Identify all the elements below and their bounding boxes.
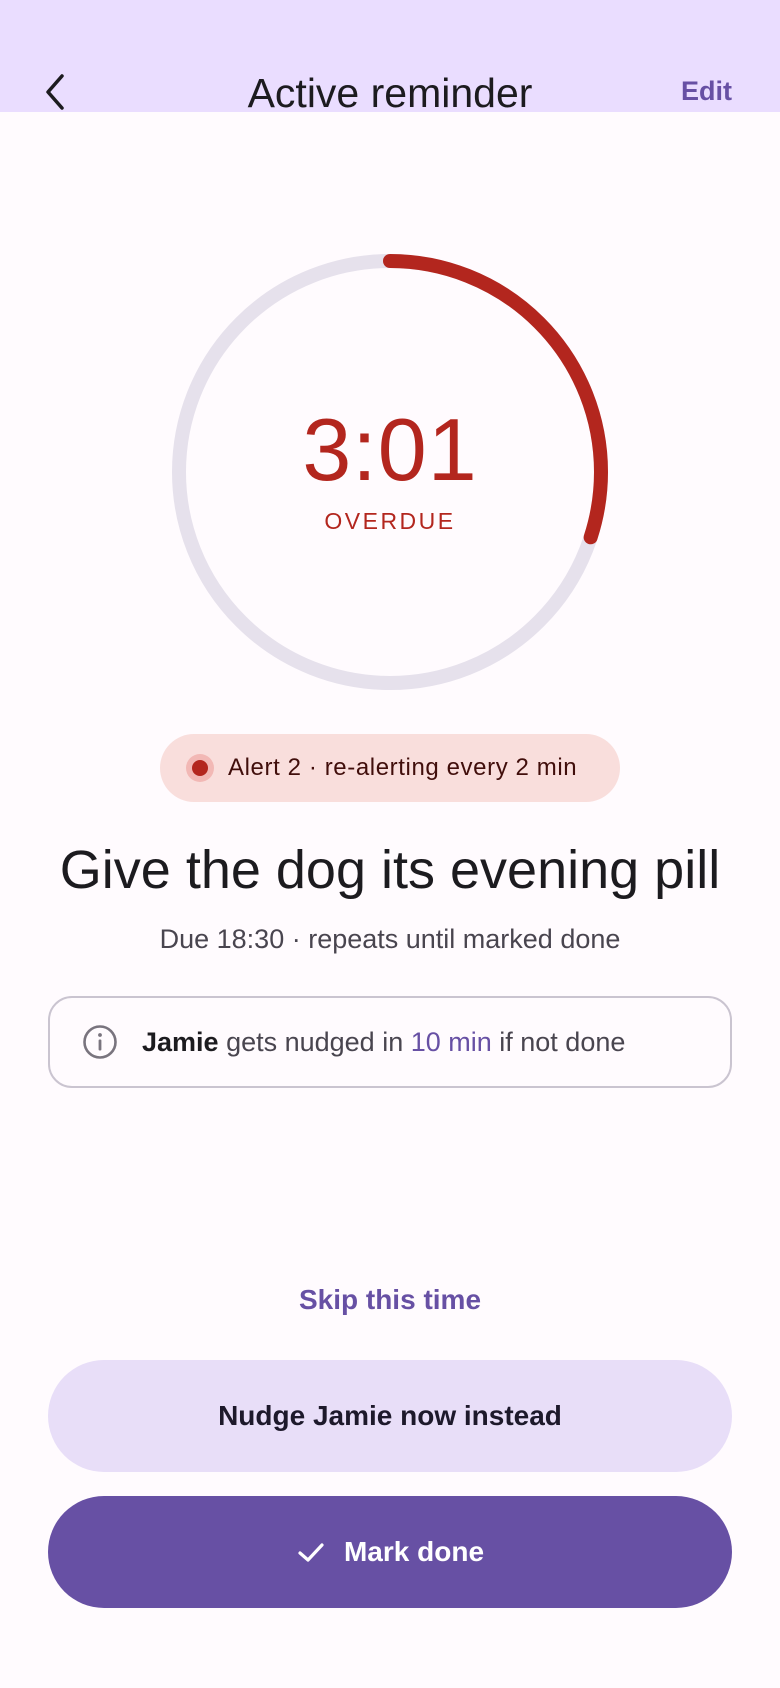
countdown-ring: 3:01 OVERDUE — [168, 250, 612, 694]
countdown-time: 3:01 — [302, 400, 478, 499]
page-title: Active reminder — [247, 70, 533, 112]
mark-done-button[interactable]: Mark done — [48, 1496, 732, 1608]
nudge-now-button[interactable]: Nudge Jamie now instead — [48, 1360, 732, 1472]
nudge-info-card: Jamie gets nudged in 10 min if not done — [48, 996, 732, 1088]
alert-text: Alert 2 · re-alerting every 2 min — [228, 754, 578, 781]
check-icon — [296, 1537, 326, 1567]
top-app-bar: Active reminder Edit — [0, 0, 780, 112]
reminder-due: Due 18:30 · repeats until marked done — [159, 924, 621, 954]
overdue-label: OVERDUE — [324, 508, 456, 534]
nudge-delay: 10 min — [410, 1026, 492, 1057]
contact-name: Jamie — [142, 1026, 219, 1057]
info-end: if not done — [491, 1026, 626, 1057]
nudge-now-label: Nudge Jamie now instead — [218, 1400, 562, 1431]
info-middle: gets nudged in — [218, 1026, 411, 1057]
alert-status-chip: Alert 2 · re-alerting every 2 min — [160, 734, 620, 802]
reminder-title: Give the dog its evening pill — [59, 840, 721, 900]
edit-button[interactable]: Edit — [681, 76, 732, 107]
skip-button[interactable]: Skip this time — [0, 1284, 780, 1316]
alert-dot-icon — [186, 754, 214, 782]
info-icon — [82, 1024, 118, 1060]
nudge-info-text: Jamie gets nudged in 10 min if not done — [142, 1027, 625, 1058]
mark-done-label: Mark done — [343, 1536, 485, 1567]
